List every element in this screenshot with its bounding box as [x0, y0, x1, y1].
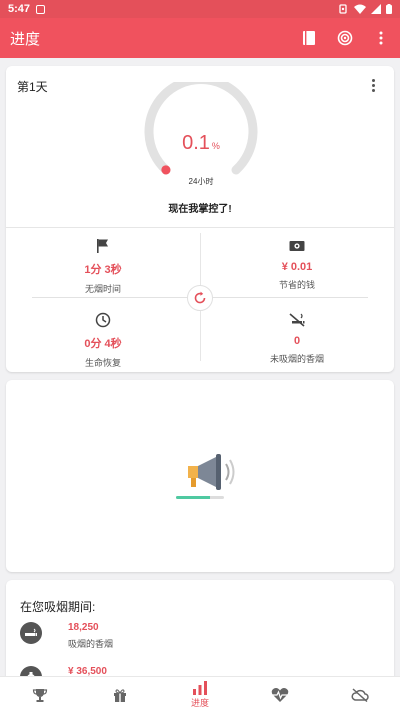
- megaphone-icon: [188, 454, 235, 490]
- divider: [6, 227, 394, 228]
- nav-label: 进度: [190, 698, 209, 708]
- signal-icon: [371, 4, 381, 14]
- stat-value: 1分 3秒: [84, 264, 122, 276]
- status-message: 现在我掌控了!: [168, 204, 232, 215]
- gauge-percent-unit: %: [211, 141, 220, 151]
- stat-money-saved: ¥ 0.01 节省的钱: [200, 236, 394, 291]
- book-icon[interactable]: [300, 29, 318, 47]
- cigarette-icon: [20, 622, 42, 644]
- nav-progress[interactable]: 进度: [160, 677, 240, 713]
- gauge-percent: 0.1%: [142, 132, 260, 155]
- stat-label: 未吸烟的香烟: [269, 354, 324, 364]
- stat-cigarettes-not-smoked: 0 未吸烟的香烟: [200, 310, 394, 365]
- flag-icon: [6, 236, 200, 256]
- stat-life-regained: 0分 4秒 生命恢复: [6, 310, 200, 369]
- no-smoking-icon: [200, 310, 394, 330]
- status-time: 5:47: [8, 3, 31, 15]
- gauge-sub-label: 24小时: [188, 177, 214, 186]
- stat-value: ¥ 0.01: [281, 261, 313, 273]
- heart-pulse-icon: [271, 688, 289, 702]
- more-vert-icon[interactable]: [372, 29, 390, 47]
- ad-card: [6, 380, 394, 572]
- cloud-off-icon: [351, 688, 369, 702]
- reset-button[interactable]: [187, 285, 213, 311]
- wifi-icon: [354, 4, 366, 14]
- stat-smoke-free-time: 1分 3秒 无烟时间: [6, 236, 200, 295]
- bottom-nav: 进度: [0, 676, 400, 713]
- refresh-icon: [194, 291, 206, 304]
- nav-cloud[interactable]: [320, 677, 400, 713]
- list-item: 18,250 吸烟的香烟: [20, 622, 113, 650]
- gauge-percent-value: 0.1: [182, 132, 210, 154]
- notification-icon: [36, 4, 46, 14]
- vibrate-icon: [339, 4, 347, 14]
- stat-label: 生命恢复: [84, 358, 121, 368]
- loading-bar: [176, 496, 224, 499]
- nav-health[interactable]: [240, 677, 320, 713]
- card-menu-icon[interactable]: [366, 76, 380, 94]
- progress-card: 第1天 0.1% 24小时 现在我掌控了! 1分 3秒 无烟时间 ¥ 0.01 …: [6, 66, 394, 372]
- target-icon[interactable]: [336, 29, 354, 47]
- stat-label: 无烟时间: [84, 284, 121, 294]
- stat-label: 节省的钱: [278, 280, 315, 290]
- nav-achievements[interactable]: [0, 677, 80, 713]
- money-icon: [200, 236, 394, 256]
- nav-rewards[interactable]: [80, 677, 160, 713]
- trophy-icon: [32, 689, 48, 702]
- history-value: 18,250: [68, 622, 99, 633]
- battery-icon: [386, 4, 392, 14]
- clock-icon: [6, 310, 200, 330]
- status-bar: 5:47: [0, 0, 400, 18]
- day-label: 第1天: [17, 80, 48, 94]
- history-label: 吸烟的香烟: [68, 639, 114, 649]
- stat-value: 0: [293, 335, 301, 347]
- section-title: 在您吸烟期间:: [20, 600, 96, 614]
- page-title: 进度: [10, 30, 41, 48]
- bar-chart-icon: [193, 681, 207, 695]
- app-bar: 进度: [0, 18, 400, 58]
- stat-value: 0分 4秒: [84, 338, 122, 350]
- gift-icon: [114, 689, 126, 702]
